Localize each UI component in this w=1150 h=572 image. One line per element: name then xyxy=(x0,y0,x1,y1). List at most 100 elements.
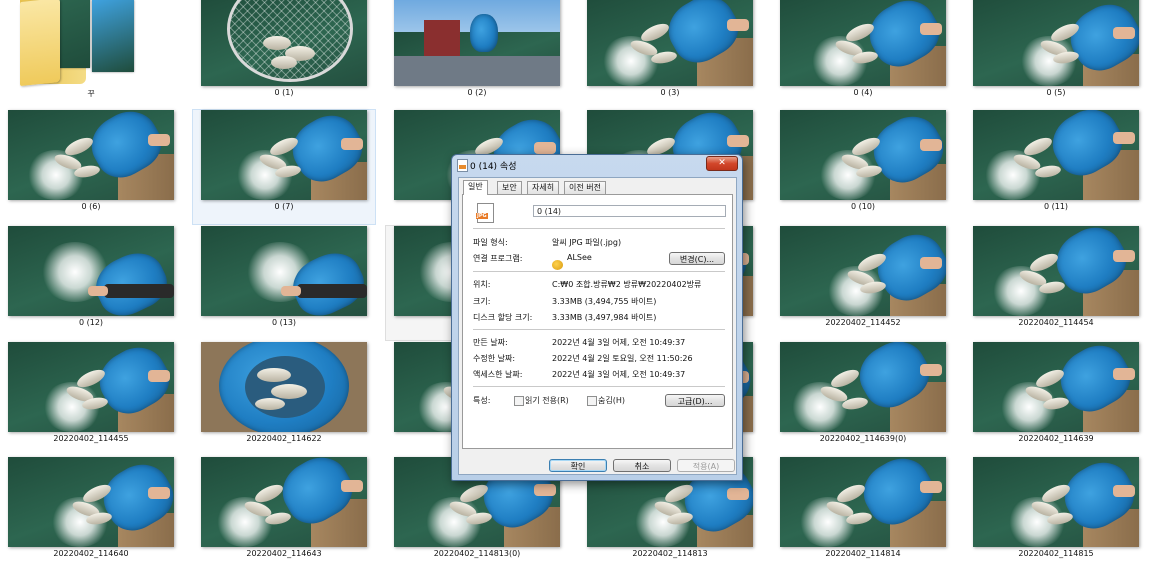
photo-thumbnail[interactable]: 20220402_114639(0) xyxy=(772,342,954,456)
thumbnail-image xyxy=(780,226,946,316)
photo-thumbnail[interactable]: 0 (10) xyxy=(772,110,954,224)
photo-thumbnail[interactable]: 20220402_114455 xyxy=(0,342,182,456)
thumbnail-label: 20220402_114454 xyxy=(1018,318,1094,327)
photo-thumbnail[interactable]: 0 (3) xyxy=(579,0,761,110)
attributes-label: 특성: xyxy=(473,396,491,405)
photo-thumbnail[interactable]: 0 (13) xyxy=(193,226,375,340)
thumbnail-image xyxy=(973,110,1139,200)
photo-thumbnail[interactable]: 0 (11) xyxy=(965,110,1147,224)
cancel-button[interactable]: 취소 xyxy=(613,459,671,472)
readonly-checkbox[interactable] xyxy=(514,396,524,406)
thumbnail-label: 0 (4) xyxy=(853,88,873,97)
thumbnail-image xyxy=(201,342,367,432)
thumbnail-image xyxy=(8,457,174,547)
photo-thumbnail[interactable]: 0 (6) xyxy=(0,110,182,224)
accessed-label: 액세스한 날짜: xyxy=(473,370,523,379)
tab-details[interactable]: 자세히 xyxy=(527,181,560,194)
thumbnail-label: 0 (12) xyxy=(78,318,104,327)
opens-with-value: ALSee xyxy=(567,253,592,262)
thumbnail-label: 0 (10) xyxy=(850,202,876,211)
thumbnail-label: 0 (13) xyxy=(271,318,297,327)
hidden-checkbox[interactable] xyxy=(587,396,597,406)
tab-previous-versions[interactable]: 이전 버전 xyxy=(564,181,606,194)
thumbnail-image xyxy=(973,342,1139,432)
hidden-label: 숨김(H) xyxy=(598,396,625,405)
folder-item[interactable]: 꾸 xyxy=(0,0,182,110)
modified-label: 수정한 날짜: xyxy=(473,354,516,363)
thumbnail-image xyxy=(8,342,174,432)
photo-thumbnail[interactable]: 0 (4) xyxy=(772,0,954,110)
photo-thumbnail[interactable]: 0 (12) xyxy=(0,226,182,340)
tab-security[interactable]: 보안 xyxy=(497,181,522,194)
thumbnail-image xyxy=(780,342,946,432)
created-label: 만든 날짜: xyxy=(473,338,508,347)
thumbnail-image xyxy=(8,226,174,316)
ok-button[interactable]: 확인 xyxy=(549,459,607,472)
thumbnail-image xyxy=(201,0,367,86)
file-icon xyxy=(457,159,468,172)
accessed-value: 2022년 4월 3일 어제, 오전 10:49:37 xyxy=(552,370,686,379)
folder-preview-image xyxy=(92,0,134,72)
change-button[interactable]: 변경(C)... xyxy=(669,252,725,265)
file-type-value: 알씨 JPG 파일(.jpg) xyxy=(552,238,622,247)
divider xyxy=(473,329,725,331)
jpg-file-icon: JPG xyxy=(476,203,494,223)
location-label: 위치: xyxy=(473,280,491,289)
advanced-button[interactable]: 고급(D)... xyxy=(665,394,725,407)
photo-thumbnail[interactable]: 0 (5) xyxy=(965,0,1147,110)
photo-thumbnail[interactable]: 20220402_114452 xyxy=(772,226,954,340)
thumbnail-image xyxy=(780,457,946,547)
file-name-field[interactable]: 0 (14) xyxy=(533,205,726,217)
thumbnail-label: 0 (11) xyxy=(1043,202,1069,211)
photo-thumbnail[interactable]: 0 (2) xyxy=(386,0,568,110)
thumbnail-image xyxy=(973,0,1139,86)
photo-thumbnail[interactable]: 20220402_114639 xyxy=(965,342,1147,456)
thumbnail-image xyxy=(587,0,753,86)
divider xyxy=(473,271,725,273)
thumbnail-label: 0 (2) xyxy=(467,88,487,97)
thumbnail-image xyxy=(394,0,560,86)
thumbnail-label: 20220402_114814 xyxy=(825,549,901,558)
apply-button[interactable]: 적용(A) xyxy=(677,459,735,472)
thumbnail-label: 0 (5) xyxy=(1046,88,1066,97)
photo-thumbnail[interactable]: 20220402_114814 xyxy=(772,457,954,571)
size-value: 3.33MB (3,494,755 바이트) xyxy=(552,297,657,306)
photo-thumbnail[interactable]: 20220402_114622 xyxy=(193,342,375,456)
opens-with-label: 연결 프로그램: xyxy=(473,254,523,263)
size-label: 크기: xyxy=(473,297,491,306)
thumbnail-image xyxy=(780,110,946,200)
photo-thumbnail[interactable]: 20220402_114454 xyxy=(965,226,1147,340)
thumbnail-image xyxy=(201,226,367,316)
thumbnail-image xyxy=(973,226,1139,316)
created-value: 2022년 4월 3일 어제, 오전 10:49:37 xyxy=(552,338,686,347)
photo-thumbnail[interactable]: 20220402_114815 xyxy=(965,457,1147,571)
photo-thumbnail[interactable]: 20220402_114643 xyxy=(193,457,375,571)
file-type-label: 파일 형식: xyxy=(473,238,508,247)
jpg-icon-text: JPG xyxy=(476,213,488,219)
divider xyxy=(473,228,725,230)
thumbnail-label: 20220402_114813(0) xyxy=(433,549,521,558)
dialog-title: 0 (14) 속성 xyxy=(470,162,517,172)
tab-general[interactable]: 일반 xyxy=(463,180,488,195)
properties-dialog: 0 (14) 속성 ✕ 일반 보안 자세히 이전 버전 JPG 0 (14) 파… xyxy=(451,154,743,481)
thumbnail-label: 20220402_114813 xyxy=(632,549,708,558)
location-value: C:₩0 조합.방류₩2 방류₩20220402방류 xyxy=(552,280,702,289)
thumbnail-label: 20220402_114639(0) xyxy=(819,434,907,443)
thumbnail-label: 0 (6) xyxy=(81,202,101,211)
thumbnail-label: 20220402_114455 xyxy=(53,434,129,443)
general-tab-panel: JPG 0 (14) 파일 형식: 알씨 JPG 파일(.jpg) 연결 프로그… xyxy=(462,194,733,449)
folder-front-icon xyxy=(20,0,60,87)
thumbnail-label: 20220402_114643 xyxy=(246,549,322,558)
photo-thumbnail[interactable]: 20220402_114640 xyxy=(0,457,182,571)
photo-thumbnail[interactable]: 0 (1) xyxy=(193,0,375,110)
divider xyxy=(473,386,725,388)
dialog-client: 일반 보안 자세히 이전 버전 JPG 0 (14) 파일 형식: 알씨 JPG… xyxy=(458,177,737,475)
photo-thumbnail[interactable]: 0 (7) xyxy=(192,109,376,225)
thumbnail-label: 꾸 xyxy=(87,89,95,98)
dialog-titlebar[interactable]: 0 (14) 속성 ✕ xyxy=(452,155,742,175)
thumbnail-image xyxy=(973,457,1139,547)
close-button[interactable]: ✕ xyxy=(706,156,738,171)
thumbnail-image xyxy=(780,0,946,86)
readonly-label: 읽기 전용(R) xyxy=(525,396,569,405)
thumbnail-label: 20220402_114622 xyxy=(246,434,322,443)
